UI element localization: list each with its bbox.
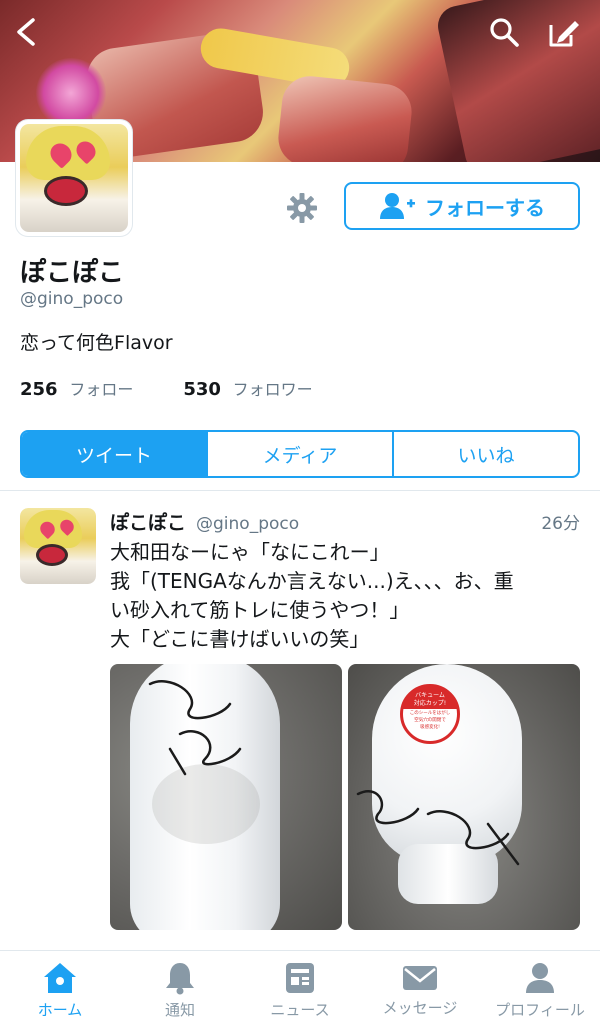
profile-tabs: ツイート メディア いいね	[20, 430, 580, 478]
compose-icon	[549, 21, 579, 47]
nav-home[interactable]: ホーム	[0, 951, 120, 1030]
tab-tweets[interactable]: ツイート	[22, 432, 208, 476]
profile-bio: 恋って何色Flavor	[20, 332, 173, 354]
compose-button[interactable]	[544, 12, 584, 52]
nav-label: ニュース	[270, 1001, 330, 1019]
home-icon	[44, 963, 76, 993]
tab-media[interactable]: メディア	[208, 432, 394, 476]
avatar-image	[20, 124, 128, 232]
tweet-photo[interactable]	[110, 664, 342, 930]
following-count: 256	[20, 379, 58, 400]
follow-button[interactable]: フォローする	[344, 182, 580, 230]
back-arrow-icon	[17, 18, 35, 46]
tweet-text-line: い砂入れて筋トレに使うやつ！」	[110, 598, 410, 622]
news-icon	[286, 963, 314, 993]
avatar-mouth	[36, 544, 68, 566]
profile-handle: @gino_poco	[20, 289, 124, 309]
tweet-timestamp: 26分	[541, 514, 580, 534]
tweet-avatar[interactable]	[20, 508, 96, 584]
back-button[interactable]	[6, 12, 46, 52]
tweet-text: 大和田なーにゃ「なにこれー」 我「(TENGAなんか言えない...)え、、、お、…	[110, 538, 582, 654]
tab-likes[interactable]: いいね	[394, 432, 578, 476]
bell-icon	[166, 963, 194, 995]
tweet-author-handle[interactable]: @gino_poco	[196, 514, 299, 534]
gear-icon	[287, 193, 317, 223]
tweet-author-name[interactable]: ぽこぽこ	[110, 508, 186, 535]
search-button[interactable]	[484, 12, 524, 52]
tweet-photo[interactable]: バキューム 対応カップ! このシールをはがし 空気穴の開閉で 吸感変化!	[348, 664, 580, 930]
follow-button-label: フォローする	[425, 195, 545, 220]
following-label: フォロー	[69, 380, 134, 399]
tweet-text-line: 我「(TENGAなんか言えない...)え、、、お、重	[110, 569, 514, 593]
tweet-text-line: 大「どこに書けばいいの笑」	[110, 627, 370, 651]
profile-name: ぽこぽこ	[20, 258, 125, 288]
nav-news[interactable]: ニュース	[240, 951, 360, 1030]
followers-stat[interactable]: 530 フォロワー	[183, 376, 312, 400]
signature-scribble	[356, 790, 520, 866]
followers-count: 530	[183, 379, 221, 400]
settings-button[interactable]	[284, 190, 320, 226]
profile-avatar[interactable]	[16, 120, 132, 236]
signature-scribble	[148, 680, 242, 776]
add-user-icon	[380, 193, 415, 219]
nav-label: 通知	[164, 1001, 195, 1019]
bottom-nav: ホーム 通知 ニュース メッセージ プロフィール	[0, 950, 600, 1030]
nav-profile[interactable]: プロフィール	[480, 951, 600, 1030]
avatar-image	[20, 508, 96, 584]
profile-stats: 256 フォロー 530 フォロワー	[20, 376, 313, 400]
nav-label: プロフィール	[495, 1001, 585, 1019]
avatar-mouth	[44, 176, 88, 206]
banner-meat	[275, 73, 415, 162]
tweet-text-line: 大和田なーにゃ「なにこれー」	[110, 540, 390, 564]
followers-label: フォロワー	[232, 380, 313, 399]
banner-flower	[36, 58, 106, 128]
divider	[0, 490, 600, 491]
following-stat[interactable]: 256 フォロー	[20, 376, 133, 400]
nav-notifications[interactable]: 通知	[120, 951, 240, 1030]
tweet-header: ぽこぽこ @gino_poco 26分	[110, 508, 580, 535]
envelope-icon	[403, 966, 437, 990]
nav-messages[interactable]: メッセージ	[360, 951, 480, 1030]
person-icon	[526, 963, 554, 993]
nav-label: ホーム	[37, 1001, 83, 1019]
nav-label: メッセージ	[382, 999, 458, 1017]
search-icon	[490, 18, 519, 47]
